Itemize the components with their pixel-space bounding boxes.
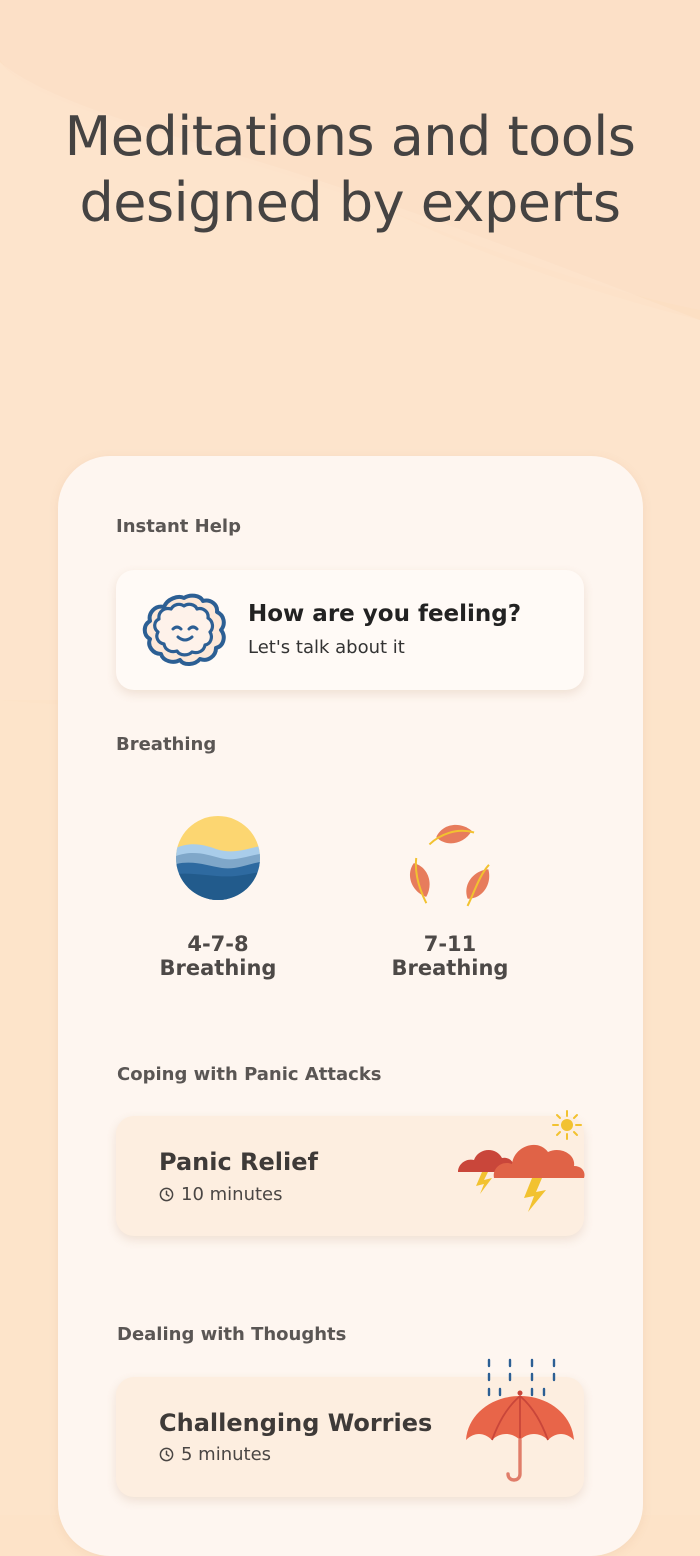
section-label-breathing: Breathing: [116, 734, 217, 755]
worries-duration-text: 5 minutes: [181, 1444, 272, 1465]
headline-line-1: Meditations and tools: [64, 105, 636, 168]
umbrella-rain-icon: [466, 1358, 574, 1482]
panic-duration-text: 10 minutes: [181, 1184, 283, 1205]
breathing-478-label: 4-7-8 Breathing: [159, 932, 277, 980]
storm-clouds-icon: [458, 1110, 585, 1212]
worries-card-title: Challenging Worries: [159, 1409, 433, 1437]
worries-card-duration: 5 minutes: [159, 1444, 271, 1465]
smiling-cloud-icon: [142, 593, 226, 666]
section-label-instant-help: Instant Help: [116, 516, 241, 537]
clock-icon: [159, 1187, 174, 1202]
headline-line-2: designed by experts: [79, 171, 621, 234]
panic-card-duration: 10 minutes: [159, 1184, 283, 1205]
breathing-711-label: 7-11 Breathing: [391, 932, 509, 980]
feeling-check-card[interactable]: How are you feeling? Let's talk about it: [116, 570, 584, 690]
breathing-item-478[interactable]: 4-7-8 Breathing: [132, 806, 304, 980]
breathing-item-711[interactable]: 7-11 Breathing: [364, 806, 536, 980]
panic-card-title: Panic Relief: [159, 1148, 318, 1176]
section-label-thoughts: Dealing with Thoughts: [117, 1324, 347, 1345]
headline: Meditations and tools designed by expert…: [0, 104, 700, 236]
clock-icon: [159, 1447, 174, 1462]
falling-leaves-icon: [410, 824, 490, 907]
sunset-ocean-icon: [176, 816, 260, 900]
feeling-card-subtitle: Let's talk about it: [248, 637, 405, 658]
section-label-panic: Coping with Panic Attacks: [117, 1064, 382, 1085]
feeling-card-title: How are you feeling?: [248, 601, 522, 627]
